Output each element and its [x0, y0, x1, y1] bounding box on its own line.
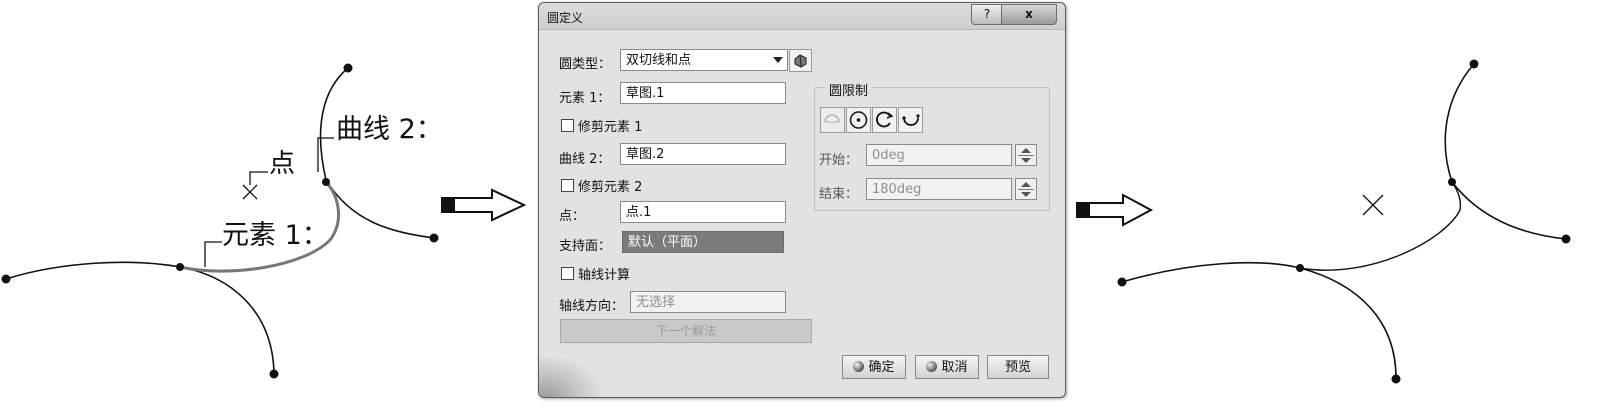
ok-button[interactable]: 确定 — [842, 355, 906, 379]
axis-compute-label: 轴线计算 — [578, 268, 631, 283]
cancel-icon — [926, 361, 938, 372]
label-curve2: 曲线 2： — [336, 114, 443, 145]
trim-element1-checkbox[interactable] — [561, 119, 574, 132]
axis-direction-field[interactable]: 无选择 — [630, 291, 786, 313]
arrow-right-icon — [441, 188, 527, 222]
start-label: 开始： — [819, 153, 859, 168]
circle-type-select[interactable]: 双切线和点 — [620, 49, 788, 71]
right-sketch — [1117, 59, 1571, 384]
trimmed-circle-icon[interactable] — [820, 107, 845, 133]
curve2-label: 曲线 2： — [559, 152, 611, 167]
circle-definition-dialog: 圆定义 ? x 圆类型： 双切线和点 元素 1： 草图.1 修剪元素 1 曲线 … — [538, 2, 1066, 398]
next-solution-button[interactable]: 下一个解法 — [560, 319, 812, 343]
help-button[interactable]: ? — [971, 4, 1003, 25]
circle-limit-title: 圆限制 — [825, 80, 873, 99]
whole-circle-icon[interactable] — [846, 107, 871, 133]
sketch1-curve — [5, 261, 275, 373]
close-button[interactable]: x — [1001, 4, 1057, 25]
axis-direction-placeholder: 无选择 — [636, 295, 676, 310]
point-field[interactable]: 点.1 — [620, 201, 786, 223]
chevron-down-icon — [773, 57, 783, 63]
support-label: 支持面： — [559, 239, 612, 254]
trimmed-arc-icon[interactable] — [898, 107, 923, 133]
cancel-button[interactable]: 取消 — [915, 355, 979, 379]
point-label: 点： — [559, 209, 586, 224]
circle-type-label: 圆类型： — [559, 57, 612, 72]
label-element1: 元素 1： — [222, 220, 329, 251]
axis-compute-checkbox[interactable] — [561, 267, 574, 280]
trim-element2-label: 修剪元素 2 — [578, 180, 643, 195]
cancel-label: 取消 — [941, 360, 968, 375]
curve2-field[interactable]: 草图.2 — [620, 143, 786, 165]
trim-element2-checkbox[interactable] — [561, 179, 574, 192]
support-field[interactable]: 默认（平面） — [622, 231, 784, 253]
circle-type-value: 双切线和点 — [626, 53, 692, 68]
ok-label: 确定 — [868, 360, 895, 375]
ok-icon — [853, 361, 865, 372]
title-bar[interactable]: 圆定义 ? x — [539, 3, 1065, 30]
axis-direction-label: 轴线方向： — [559, 299, 625, 314]
preview-button[interactable]: 预览 — [987, 355, 1049, 379]
trim-element1-label: 修剪元素 1 — [578, 120, 643, 135]
dialog-title: 圆定义 — [547, 11, 584, 25]
label-point: 点 — [269, 149, 295, 179]
point-marker — [1362, 194, 1384, 216]
end-field[interactable]: 180deg — [866, 178, 1012, 200]
point-marker — [242, 184, 258, 200]
element1-field[interactable]: 草图.1 — [620, 82, 786, 104]
end-spinner[interactable] — [1015, 178, 1037, 200]
start-field[interactable]: 0deg — [866, 144, 1012, 166]
corner-logo-art — [539, 357, 601, 397]
complementary-circle-icon[interactable] — [872, 107, 897, 133]
element1-label: 元素 1： — [559, 91, 611, 106]
circle-type-options-icon[interactable] — [789, 49, 812, 72]
end-label: 结束： — [819, 187, 859, 202]
start-spinner[interactable] — [1015, 144, 1037, 166]
